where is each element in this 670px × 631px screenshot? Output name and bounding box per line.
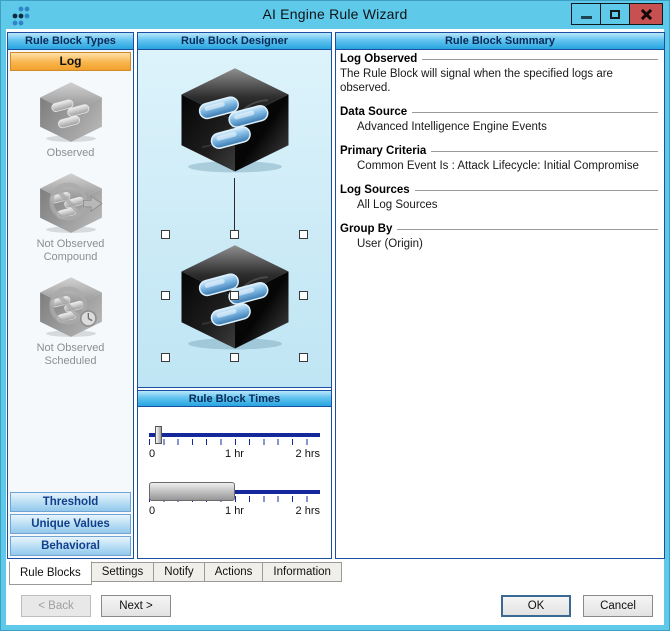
summary-body: Log Observed The Rule Block will signal … [336,50,664,558]
ai-engine-rule-wizard-window: AI Engine Rule Wizard Rule Block Types L… [0,0,670,631]
scale-label-0: 0 [149,505,156,517]
time-range-bar[interactable] [149,482,235,501]
observed-cube-icon [39,82,102,142]
cancel-button[interactable]: Cancel [583,595,653,617]
titlebar[interactable]: AI Engine Rule Wizard [1,1,669,29]
section-heading: Primary Criteria [340,145,427,157]
rule-block-times-body: 0 1 hr 2 hrs 0 1 hr 2 hrs [138,407,331,558]
tab-notify[interactable]: Notify [153,562,205,582]
tab-settings[interactable]: Settings [90,562,155,582]
rule-block-times-header: Rule Block Times [138,390,331,407]
close-icon [640,8,653,21]
wizard-button-row: < Back Next > OK Cancel [6,595,664,619]
close-button[interactable] [629,3,663,25]
tab-actions[interactable]: Actions [203,562,264,582]
tab-information[interactable]: Information [262,562,342,582]
type-label-line1: Not Observed [36,342,105,354]
resize-handle-bottom-left[interactable] [161,353,170,362]
scale-label-1hr: 1 hr [225,505,244,517]
type-label-line2: Scheduled [44,355,97,367]
selected-rule-block[interactable] [161,230,308,362]
rule-block-summary-header: Rule Block Summary [336,33,664,50]
heading-rule-line [397,229,658,230]
scale-label-2hrs: 2 hrs [295,505,320,517]
section-heading: Data Source [340,106,408,118]
source-rule-block-cube[interactable] [174,62,296,174]
slider-scale-labels: 0 1 hr 2 hrs [149,505,320,517]
not-observed-compound-icon [39,173,103,233]
scale-label-2hrs: 2 hrs [295,448,320,460]
next-button[interactable]: Next > [101,595,171,617]
summary-section-log-sources: Log Sources All Log Sources [340,184,658,212]
window-title: AI Engine Rule Wizard [262,6,408,22]
heading-rule-line [412,112,658,113]
slider-ticks [149,439,320,445]
resize-handle-bottom-right[interactable] [299,353,308,362]
maximize-button[interactable] [600,3,630,25]
resize-handle-top-center[interactable] [230,230,239,239]
heading-rule-line [422,59,658,60]
summary-section-primary-criteria: Primary Criteria Common Event Is : Attac… [340,145,658,173]
resize-handle-middle-right[interactable] [299,291,308,300]
type-label-line1: Observed [46,147,95,159]
rule-block-types-header: Rule Block Types [8,33,133,50]
heading-rule-line [431,151,658,152]
section-heading: Log Observed [340,53,418,65]
slider-scale-labels: 0 1 hr 2 hrs [149,448,320,460]
minimize-icon [580,15,592,19]
scale-label-1hr: 1 hr [225,448,244,460]
rule-block-types-panel: Rule Block Types Log Observed Not Observ… [7,32,134,559]
log-type-button[interactable]: Log [10,52,131,71]
heading-rule-line [414,190,658,191]
resize-handle-bottom-center[interactable] [230,353,239,362]
slider-track[interactable] [149,433,320,437]
dialog-client-area: Rule Block Types Log Observed Not Observ… [6,29,665,625]
resize-handle-top-left[interactable] [161,230,170,239]
type-label-line1: Not Observed [36,238,105,250]
ok-button[interactable]: OK [501,595,571,617]
wizard-tabstrip: Rule Blocks Settings Notify Actions Info… [9,561,342,587]
section-heading: Log Sources [340,184,410,196]
scale-label-0: 0 [149,448,156,460]
resize-handle-center[interactable] [230,291,239,300]
type-category-buttons: Threshold Unique Values Behavioral [8,490,133,558]
designer-canvas[interactable] [138,50,331,388]
section-text: User (Origin) [357,238,423,250]
maximize-icon [610,9,620,19]
rule-block-designer-panel: Rule Block Designer Rule Block Times 0 1… [137,32,332,559]
back-button[interactable]: < Back [21,595,91,617]
type-item-not-observed-scheduled[interactable]: Not Observed Scheduled [35,274,107,368]
type-label-line2: Compound [43,251,98,263]
section-text: All Log Sources [357,199,438,211]
tab-rule-blocks[interactable]: Rule Blocks [9,561,92,585]
resize-handle-middle-left[interactable] [161,291,170,300]
rule-block-designer-header: Rule Block Designer [138,33,331,50]
rule-block-type-list: Observed Not Observed Compound Not Obser… [8,73,133,558]
summary-section-data-source: Data Source Advanced Intelligence Engine… [340,106,658,134]
time-window-slider[interactable]: 0 1 hr 2 hrs [149,482,320,517]
behavioral-button[interactable]: Behavioral [10,536,131,556]
type-item-observed[interactable]: Observed [35,79,107,160]
section-text: The Rule Block will signal when the spec… [340,68,613,94]
summary-section-log-observed: Log Observed The Rule Block will signal … [340,53,658,95]
resize-handle-top-right[interactable] [299,230,308,239]
time-offset-slider[interactable]: 0 1 hr 2 hrs [149,426,320,460]
summary-section-group-by: Group By User (Origin) [340,223,658,251]
minimize-button[interactable] [571,3,601,25]
type-item-not-observed-compound[interactable]: Not Observed Compound [35,170,107,264]
section-heading: Group By [340,223,393,235]
section-text: Common Event Is : Attack Lifecycle: Init… [357,160,639,172]
not-observed-scheduled-icon [39,277,102,337]
rule-block-summary-panel: Rule Block Summary Log Observed The Rule… [335,32,665,559]
threshold-button[interactable]: Threshold [10,492,131,512]
unique-values-button[interactable]: Unique Values [10,514,131,534]
section-text: Advanced Intelligence Engine Events [357,121,547,133]
block-connector-line [234,178,235,234]
slider-thumb[interactable] [155,426,162,444]
